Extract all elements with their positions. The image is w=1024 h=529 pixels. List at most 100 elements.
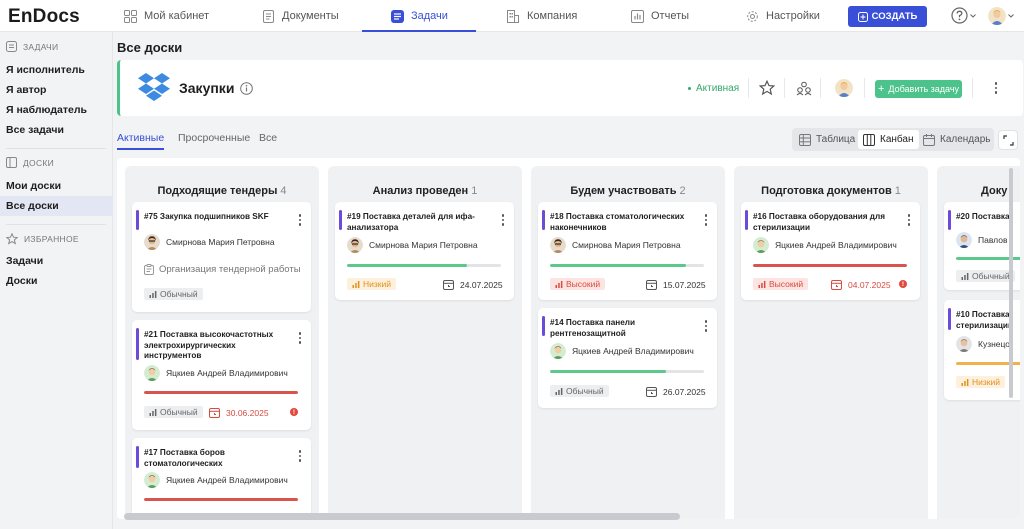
tab-active[interactable]: Активные: [117, 132, 165, 150]
sidebar-item-author[interactable]: Я автор: [0, 80, 113, 100]
sidebar-item-executor[interactable]: Я исполнитель: [0, 60, 113, 80]
nav-reports[interactable]: Отчеты: [630, 0, 689, 32]
task-card[interactable]: #18 Поставка стоматологических наконечни…: [538, 202, 717, 300]
grid-icon: [123, 9, 137, 23]
sidebar-item-my-boards[interactable]: Мои доски: [0, 176, 113, 196]
calendar-icon: [443, 280, 454, 290]
overdue-warning-icon: !: [290, 408, 298, 416]
column-title: Подходящие тендеры 4: [157, 185, 287, 197]
favorite-button[interactable]: [757, 78, 777, 98]
priority-badge: Низкий: [347, 278, 396, 290]
card-assignee: Смирнова Мария Петровна: [144, 234, 275, 250]
progress-bar: [753, 264, 907, 267]
sidebar-item-fav-boards[interactable]: Доски: [0, 271, 113, 291]
column-title: Подготовка документов 1: [761, 185, 901, 197]
nav-settings[interactable]: Настройки: [745, 0, 820, 32]
user-avatar[interactable]: [988, 7, 1006, 25]
task-card[interactable]: #21 Поставка высокочастотных электрохиру…: [132, 320, 311, 430]
task-card[interactable]: #19 Поставка деталей для ифа-анализатора…: [335, 202, 514, 300]
vertical-scrollbar[interactable]: [1009, 168, 1013, 398]
view-kanban-button[interactable]: Канбан: [858, 130, 919, 149]
sidebar-section-tasks: ЗАДАЧИ: [6, 41, 58, 52]
view-switcher: Таблица Канбан Календарь: [792, 128, 994, 151]
board-owner-avatar[interactable]: [835, 79, 853, 97]
card-accent-bar: [136, 210, 139, 230]
progress-fill: [144, 391, 298, 394]
card-title[interactable]: #18 Поставка стоматологических наконечни…: [550, 212, 695, 233]
task-card[interactable]: #17 Поставка боров стоматологических Яцк…: [132, 438, 311, 519]
nav-label: Настройки: [766, 10, 820, 22]
card-accent-bar: [542, 316, 545, 336]
participants-button[interactable]: [794, 78, 814, 98]
add-task-button[interactable]: + Добавить задачу: [875, 80, 962, 98]
card-accent-bar: [948, 308, 951, 330]
card-menu-button[interactable]: [298, 332, 301, 344]
card-title[interactable]: #17 Поставка боров стоматологических: [144, 448, 289, 469]
gear-icon: [745, 9, 759, 23]
sidebar-divider: [6, 224, 106, 225]
sidebar-item-fav-tasks[interactable]: Задачи: [0, 251, 113, 271]
sidebar-item-all-tasks[interactable]: Все задачи: [0, 120, 113, 140]
divider: [748, 78, 749, 98]
card-menu-button[interactable]: [704, 320, 707, 332]
create-button[interactable]: СОЗДАТЬ: [848, 6, 927, 27]
progress-fill: [144, 498, 298, 501]
board-menu-button[interactable]: [986, 78, 1006, 98]
priority-bars-icon: [555, 281, 563, 288]
column-title: Доку: [981, 185, 1008, 197]
nav-tasks[interactable]: Задачи: [362, 0, 476, 32]
card-deadline: 24.07.2025: [443, 279, 503, 290]
assignee-avatar: [144, 234, 160, 250]
horizontal-scrollbar[interactable]: [124, 513, 680, 520]
assignee-avatar: [347, 237, 363, 253]
fullscreen-button[interactable]: [998, 130, 1018, 150]
calendar-icon: [831, 280, 842, 290]
divider: [972, 78, 973, 98]
column-title: Анализ проведен 1: [372, 185, 478, 197]
help-button[interactable]: [951, 7, 976, 24]
card-title[interactable]: #14 Поставка панели рентгенозащитной: [550, 318, 695, 339]
card-title[interactable]: #21 Поставка высокочастотных электрохиру…: [144, 330, 289, 362]
kanban-column: Будем участвовать 2 #18 Поставка стоматол…: [531, 166, 725, 519]
tasks-list-icon: [6, 41, 17, 52]
card-title[interactable]: #16 Поставка оборудования для стерилизац…: [753, 212, 898, 233]
priority-badge: Обычный: [956, 270, 1015, 282]
card-menu-button[interactable]: [704, 214, 707, 226]
app-logo[interactable]: EnDocs: [8, 6, 80, 28]
view-table-button[interactable]: Таблица: [794, 130, 860, 149]
view-calendar-button[interactable]: Календарь: [918, 130, 995, 149]
tab-overdue[interactable]: Просроченные: [178, 132, 250, 144]
card-menu-button[interactable]: [501, 214, 504, 226]
progress-bar: [144, 498, 298, 501]
info-icon[interactable]: [240, 82, 253, 95]
card-title[interactable]: #75 Закупка подшипников SKF: [144, 212, 289, 223]
priority-badge: Низкий: [956, 376, 1005, 388]
card-menu-button[interactable]: [298, 450, 301, 462]
chevron-down-icon[interactable]: [1008, 14, 1014, 18]
sidebar-item-observer[interactable]: Я наблюдатель: [0, 100, 113, 120]
priority-bars-icon: [555, 388, 563, 395]
card-menu-button[interactable]: [298, 214, 301, 226]
sidebar-item-all-boards[interactable]: Все доски: [0, 196, 113, 216]
calendar-icon: [209, 408, 220, 418]
card-title[interactable]: #10 Поставка стерилизации: [956, 310, 1016, 331]
kanban-column: Подходящие тендеры 4 #75 Закупка подшипни…: [125, 166, 319, 519]
task-card[interactable]: #16 Поставка оборудования для стерилизац…: [741, 202, 920, 300]
nav-company[interactable]: Компания: [506, 0, 577, 32]
sidebar-divider: [6, 148, 106, 149]
nav-my-cabinet[interactable]: Мой кабинет: [123, 0, 209, 32]
card-deadline: 04.07.2025: [831, 279, 891, 290]
sidebar: ЗАДАЧИ Я исполнитель Я автор Я наблюдате…: [0, 32, 113, 529]
document-icon: [261, 9, 275, 23]
card-menu-button[interactable]: [907, 214, 910, 226]
task-card[interactable]: #14 Поставка панели рентгенозащитной Яцк…: [538, 308, 717, 408]
task-card[interactable]: #75 Закупка подшипников SKF Смирнова Мар…: [132, 202, 311, 312]
nav-documents[interactable]: Документы: [261, 0, 339, 32]
board-status: Активная: [688, 83, 739, 94]
card-assignee: Смирнова Мария Петровна: [550, 237, 681, 253]
card-title[interactable]: #19 Поставка деталей для ифа-анализатора: [347, 212, 492, 233]
card-subtask[interactable]: Организация тендерной работы: [144, 264, 301, 275]
assignee-avatar: [144, 365, 160, 381]
building-icon: [506, 9, 520, 23]
tab-all[interactable]: Все: [259, 132, 277, 144]
